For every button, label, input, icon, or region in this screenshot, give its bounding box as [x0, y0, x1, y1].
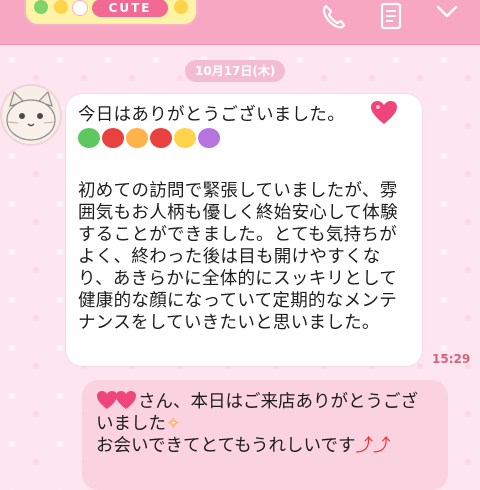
avatar[interactable]: [0, 84, 62, 146]
header-sticker-art: CUTE: [24, 0, 198, 26]
emoji-icon: [126, 128, 148, 148]
outgoing-line-2: お会いできてとてもうれしいです: [96, 436, 356, 456]
chat-header: CUTE: [0, 0, 480, 45]
message-first-line: 今日はありがとうございました。: [78, 105, 345, 125]
heart-icon: [370, 100, 398, 126]
notes-icon[interactable]: [374, 0, 408, 34]
emoji-icon: [174, 128, 196, 148]
message-body: 初めての訪問で緊張していましたが、雰囲気もお人柄も優しく終始安心して体験すること…: [78, 181, 398, 333]
phone-icon[interactable]: [316, 0, 350, 34]
outgoing-message[interactable]: さん、本日はご来店ありがとうございました✧ お会いできてとてもうれしいです⤴⤴: [82, 380, 448, 490]
arrow-up-icon: ⤴: [373, 436, 391, 456]
date-separator: 10月17日(木): [185, 60, 286, 82]
emoji-icon: [78, 128, 100, 148]
incoming-message[interactable]: 今日はありがとうございました。 初めての訪問で緊張していましたが、雰囲気もお人柄…: [66, 94, 422, 366]
outgoing-line-1: さん、本日はご来店ありがとうございました: [96, 392, 418, 434]
arrow-up-icon: ⤴: [355, 436, 374, 456]
chevron-down-icon[interactable]: [430, 0, 464, 34]
emoji-sticker-row: [78, 126, 410, 156]
message-time: 15:29: [432, 352, 471, 366]
theme-badge: CUTE: [92, 0, 168, 17]
double-heart-icon: [96, 390, 138, 410]
sparkle-icon: ✧: [166, 414, 181, 434]
emoji-icon: [102, 128, 124, 148]
emoji-icon: [198, 128, 220, 148]
emoji-icon: [150, 128, 172, 148]
